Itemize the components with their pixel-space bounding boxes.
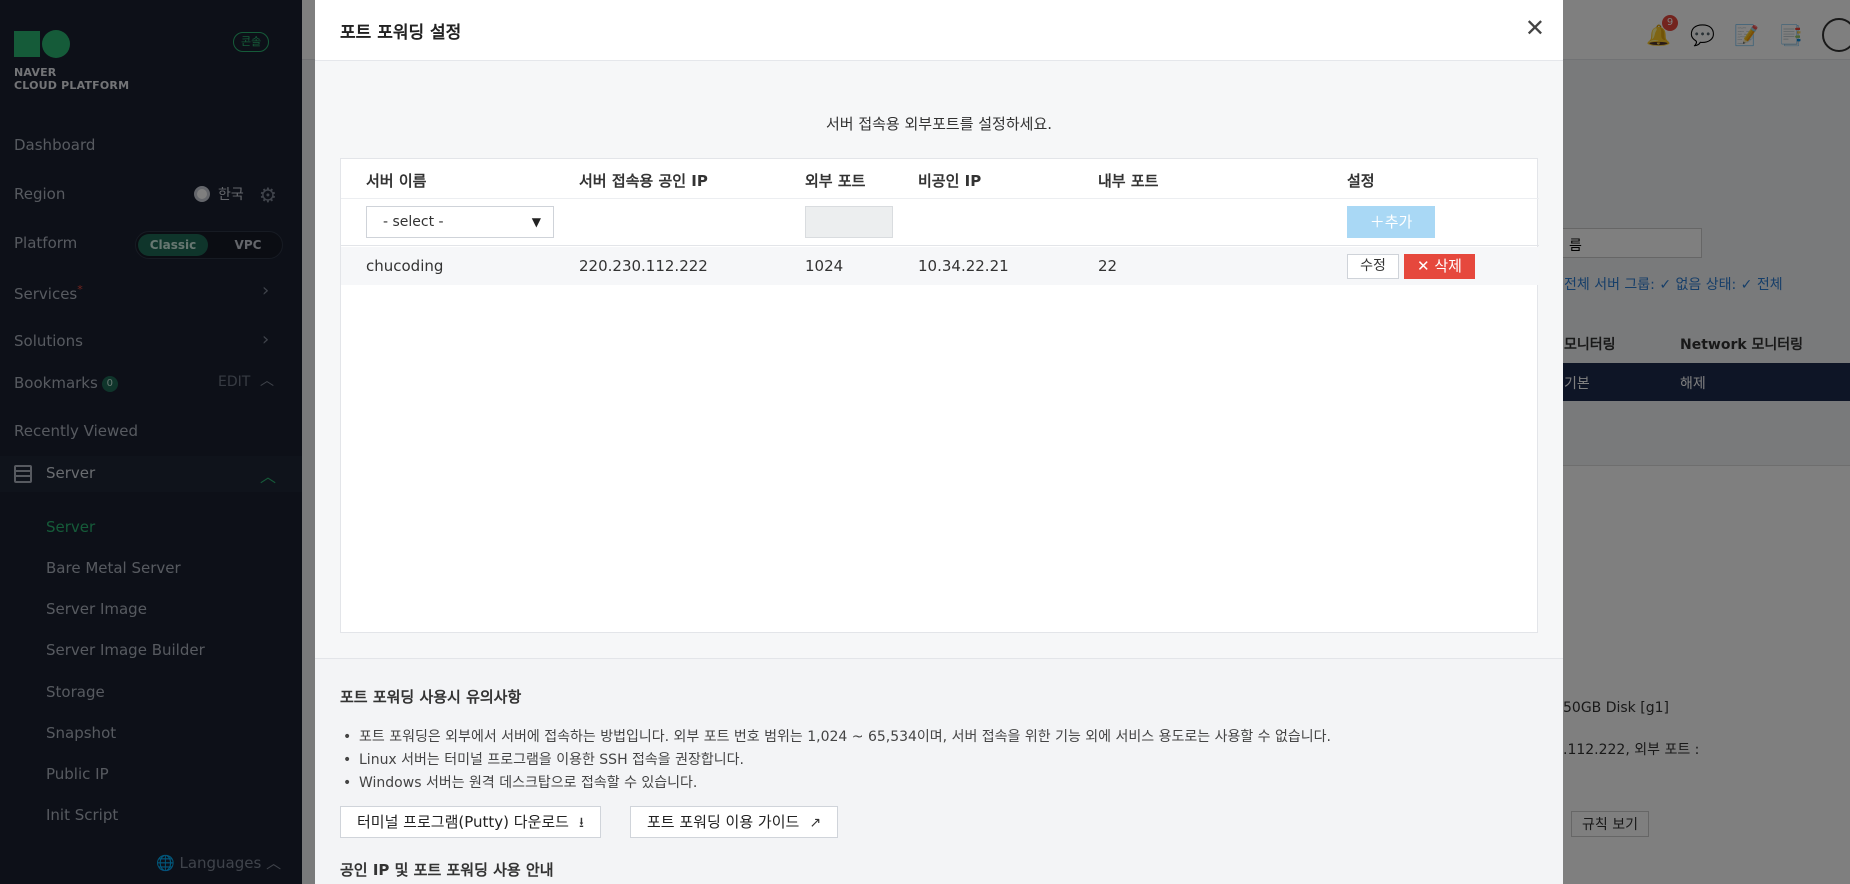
x-icon: ✕ <box>1417 257 1430 275</box>
close-icon[interactable]: ✕ <box>1525 16 1545 40</box>
note-item: Linux 서버는 터미널 프로그램을 이용한 SSH 접속을 권장합니다. <box>340 749 1331 772</box>
column-header-external-port: 외부 포트 <box>805 172 866 190</box>
port-forwarding-table: 서버 이름 서버 접속용 공인 IP 외부 포트 비공인 IP 내부 포트 설정… <box>340 158 1539 633</box>
instruction-text: 서버 접속용 외부포트를 설정하세요. <box>825 115 1053 133</box>
edit-button[interactable]: 수정 <box>1347 254 1399 279</box>
notes-title: 포트 포워딩 사용시 유의사항 <box>340 688 522 706</box>
delete-button-label: 삭제 <box>1434 257 1462 275</box>
column-header-private-ip: 비공인 IP <box>918 172 982 190</box>
server-select[interactable]: - select - ▼ <box>366 206 554 238</box>
note-item: Windows 서버는 원격 데스크탑으로 접속할 수 있습니다. <box>340 772 1331 795</box>
external-port-input[interactable] <box>805 206 893 238</box>
download-icon: ⭳ <box>578 815 584 831</box>
cell-server-name: chucoding <box>366 257 444 275</box>
putty-download-label: 터미널 프로그램(Putty) 다운로드 <box>357 813 569 831</box>
column-header-public-ip: 서버 접속용 공인 IP <box>579 172 708 190</box>
server-select-value: - select - <box>383 214 444 230</box>
column-header-internal-port: 내부 포트 <box>1098 172 1159 190</box>
note-item: 포트 포워딩은 외부에서 서버에 접속하는 방법입니다. 외부 포트 번호 범위… <box>340 726 1331 749</box>
notes-list: 포트 포워딩은 외부에서 서버에 접속하는 방법입니다. 외부 포트 번호 범위… <box>340 726 1331 795</box>
plus-icon: ＋ <box>1369 213 1385 231</box>
guide-button-label: 포트 포워딩 이용 가이드 <box>647 813 800 831</box>
modal-body: 서버 접속용 외부포트를 설정하세요. 서버 이름 서버 접속용 공인 IP 외… <box>315 61 1563 658</box>
add-button[interactable]: ＋추가 <box>1347 206 1435 238</box>
cell-private-ip: 10.34.22.21 <box>918 257 1009 275</box>
caret-down-icon: ▼ <box>531 215 541 229</box>
cell-public-ip: 220.230.112.222 <box>579 257 708 275</box>
external-link-icon: ↗ <box>809 815 822 831</box>
add-button-label: 추가 <box>1384 213 1413 231</box>
notes-title2: 공인 IP 및 포트 포워딩 사용 안내 <box>340 861 554 879</box>
column-header-settings: 설정 <box>1347 172 1375 190</box>
cell-external-port: 1024 <box>805 257 844 275</box>
port-forwarding-guide-button[interactable]: 포트 포워딩 이용 가이드 ↗ <box>630 806 839 838</box>
notes-section: 포트 포워딩 사용시 유의사항 포트 포워딩은 외부에서 서버에 접속하는 방법… <box>315 658 1563 884</box>
delete-button[interactable]: ✕ 삭제 <box>1404 254 1475 279</box>
table-row: chucoding 220.230.112.222 1024 10.34.22.… <box>341 247 1539 285</box>
column-header-server-name: 서버 이름 <box>366 172 427 190</box>
putty-download-button[interactable]: 터미널 프로그램(Putty) 다운로드 ⭳ <box>340 806 601 838</box>
cell-internal-port: 22 <box>1098 257 1118 275</box>
modal-title: 포트 포워딩 설정 <box>340 23 462 43</box>
port-forwarding-modal: 포트 포워딩 설정 ✕ 서버 접속용 외부포트를 설정하세요. 서버 이름 서버… <box>315 0 1563 884</box>
add-rule-row: - select - ▼ ＋추가 <box>341 198 1539 246</box>
modal-header: 포트 포워딩 설정 ✕ <box>315 0 1563 61</box>
